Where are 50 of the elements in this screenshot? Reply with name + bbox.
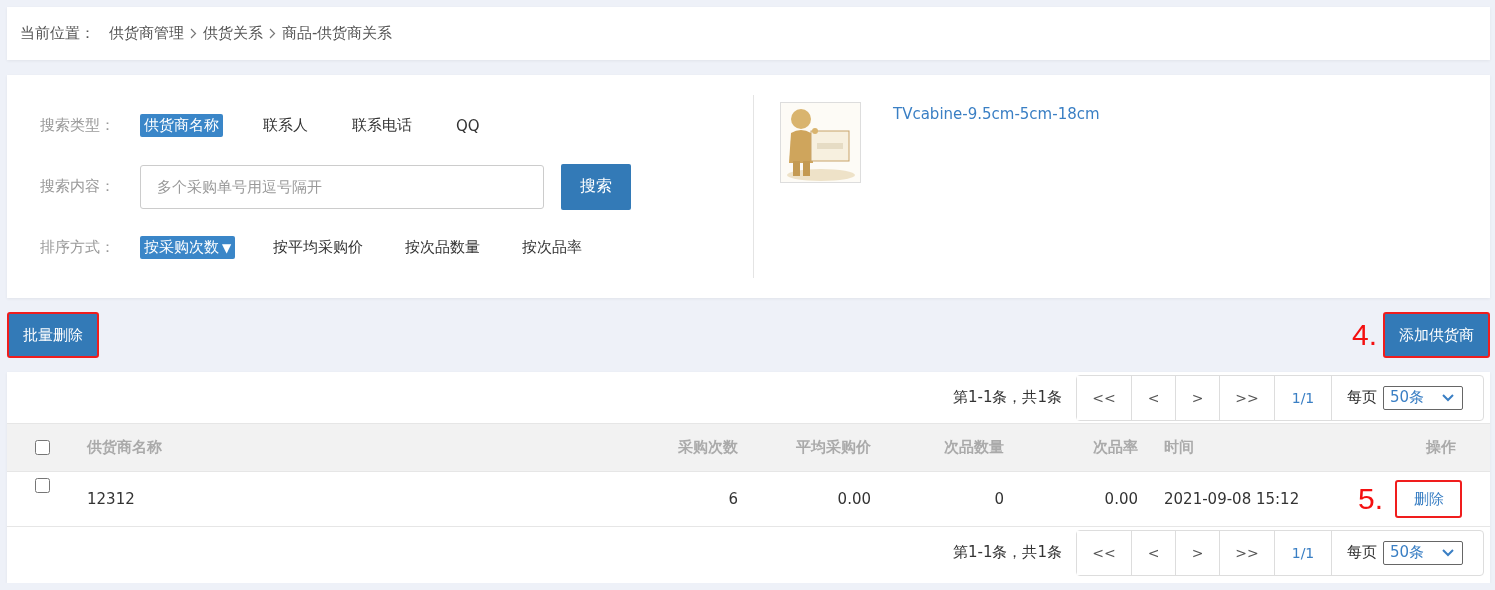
- add-supplier-button[interactable]: 添加供货商: [1383, 312, 1490, 358]
- table-cell-text: 0.00: [836, 490, 871, 508]
- product-link[interactable]: TVcabine-9.5cm-5cm-18cm: [893, 105, 1100, 123]
- page-nav-button[interactable]: <<: [1077, 375, 1132, 420]
- breadcrumb-item[interactable]: 供货商管理: [109, 24, 184, 43]
- table-cell-text: 0.00: [1103, 490, 1138, 508]
- annotation-label: 5.: [1357, 482, 1383, 516]
- batch-delete-button[interactable]: 批量删除: [7, 312, 99, 358]
- field-label: 排序方式：: [40, 238, 116, 257]
- filter-option[interactable]: QQ: [452, 114, 484, 137]
- chevron-down-icon: [1442, 548, 1454, 557]
- per-page-select[interactable]: 50条: [1383, 385, 1463, 410]
- column-header: 次品率: [1092, 438, 1138, 457]
- field-label: 搜索内容：: [40, 177, 116, 196]
- filter-option[interactable]: 供货商名称: [140, 114, 223, 137]
- filter-option[interactable]: 联系电话: [348, 114, 416, 137]
- filter-option[interactable]: 联系人: [259, 114, 312, 137]
- sort-option[interactable]: 按采购次数 ▼: [140, 236, 236, 259]
- table-cell-text: 2021-09-08 15:12: [1163, 490, 1301, 508]
- search-field[interactable]: 多个采购单号用逗号隔开: [140, 164, 544, 209]
- search-button[interactable]: 搜索: [561, 163, 631, 210]
- delete-button[interactable]: 删除: [1395, 480, 1462, 518]
- chevron-down-icon: [1442, 393, 1454, 402]
- breadcrumb-item[interactable]: 供货关系: [203, 24, 263, 43]
- column-header: 次品数量: [943, 438, 1004, 457]
- sort-option[interactable]: 按次品率: [518, 236, 587, 259]
- column-header: 平均采购价: [795, 438, 871, 457]
- record-count: 第1-1条，共1条: [952, 388, 1062, 407]
- table-cell-text: 0: [993, 490, 1004, 508]
- select-all-checkbox[interactable]: [34, 440, 50, 455]
- record-count: 第1-1条，共1条: [952, 543, 1062, 562]
- page-nav-button[interactable]: <<: [1077, 530, 1132, 575]
- breadcrumb-label: 当前位置：: [20, 24, 95, 43]
- breadcrumb-item[interactable]: 商品-供货商关系: [282, 24, 393, 43]
- column-header: 时间: [1163, 438, 1195, 457]
- column-header: 供货商名称: [85, 438, 163, 457]
- annotation-label: 4.: [1351, 318, 1377, 352]
- column-header: 操作: [1425, 438, 1457, 457]
- per-page-label: 每页: [1346, 542, 1378, 563]
- field-label: 搜索类型：: [40, 116, 116, 135]
- per-page-label: 每页: [1346, 387, 1378, 408]
- chevron-right-icon: [190, 28, 197, 39]
- chevron-right-icon: [269, 28, 276, 39]
- sort-option[interactable]: 按平均采购价: [269, 236, 368, 259]
- table-cell-text: 6: [727, 490, 738, 508]
- table-cell-text: 12312: [86, 490, 136, 508]
- column-header: 采购次数: [677, 438, 738, 457]
- per-page-select[interactable]: 50条: [1383, 540, 1463, 565]
- row-checkbox[interactable]: [34, 478, 50, 493]
- sort-option[interactable]: 按次品数量: [401, 236, 485, 259]
